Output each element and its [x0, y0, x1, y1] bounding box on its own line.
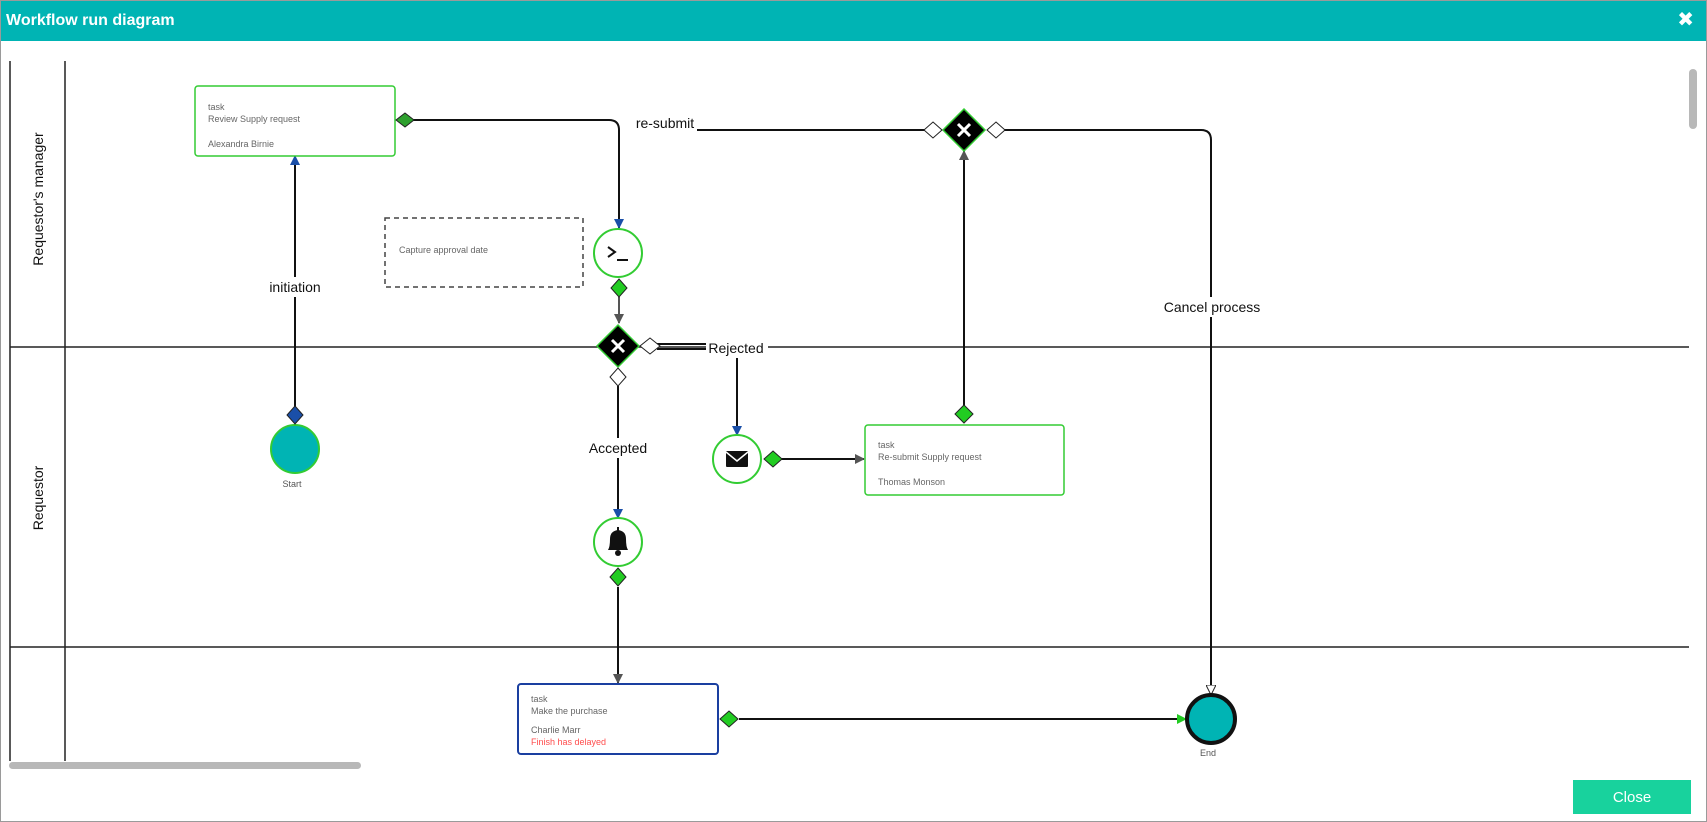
flow-source-diamond [923, 121, 943, 139]
script-task[interactable] [593, 228, 643, 278]
diagram-canvas[interactable]: Requestor's manager Requestor task Revie… [1, 41, 1691, 776]
task-type-label: task [531, 694, 548, 704]
task-type-label: task [208, 102, 225, 112]
flow-source-diamond [954, 404, 974, 424]
flow-source-diamond [639, 337, 661, 355]
sequence-flows [290, 119, 1211, 724]
task-assignee: Thomas Monson [878, 477, 945, 487]
notification-event[interactable] [593, 517, 643, 567]
flow-label-cancel-process: Cancel process [1164, 299, 1261, 315]
task-review-supply-request[interactable]: task Review Supply request Alexandra Bir… [194, 85, 396, 157]
svg-text:Capture approval date: Capture approval date [399, 245, 488, 255]
close-icon[interactable]: ✖ [1677, 10, 1694, 30]
pool [9, 61, 1689, 761]
flow-review-to-script [406, 119, 624, 229]
flow-source-diamond [286, 405, 304, 425]
task-make-the-purchase[interactable]: task Make the purchase Charlie Marr Fini… [517, 683, 719, 755]
end-event-label: End [1200, 748, 1216, 758]
task-resubmit-supply-request[interactable]: task Re-submit Supply request Thomas Mon… [864, 424, 1065, 496]
flow-source-diamond [763, 450, 783, 468]
send-email-event[interactable] [712, 434, 762, 484]
envelope-icon [725, 451, 749, 467]
task-assignee: Charlie Marr [531, 725, 581, 735]
flow-source-diamond [610, 278, 628, 298]
start-event[interactable]: Start [270, 424, 320, 489]
task-name: Review Supply request [208, 114, 301, 124]
workflow-dialog: Workflow run diagram ✖ Requestor's manag… [0, 0, 1707, 822]
task-name: Make the purchase [531, 706, 608, 716]
flow-label-resubmit: re-submit [636, 115, 694, 131]
horizontal-scrollbar[interactable] [9, 762, 361, 769]
flow-source-diamond [719, 710, 739, 728]
flow-rejected [657, 343, 737, 435]
flow-source-diamond [986, 121, 1006, 139]
start-event-label: Start [282, 479, 302, 489]
flow-label-rejected: Rejected [708, 340, 763, 356]
lane-label-manager: Requestor's manager [30, 132, 46, 266]
task-type-label: task [878, 440, 895, 450]
exclusive-gateway-resubmit[interactable] [941, 107, 987, 153]
exclusive-gateway-decision[interactable] [595, 323, 641, 369]
task-assignee: Alexandra Birnie [208, 139, 274, 149]
flow-source-diamond [609, 567, 627, 587]
close-button[interactable]: Close [1573, 780, 1691, 814]
flow-cancel-process [996, 129, 1211, 694]
flow-source-diamond [395, 112, 415, 128]
task-name: Re-submit Supply request [878, 452, 982, 462]
flow-label-initiation: initiation [269, 279, 320, 295]
annotation-capture-approval-date: Capture approval date [384, 217, 584, 288]
dialog-titlebar: Workflow run diagram ✖ [1, 1, 1706, 41]
vertical-scrollbar[interactable] [1689, 69, 1697, 129]
lane-label-requestor: Requestor [30, 465, 46, 530]
flow-source-diamond [609, 367, 627, 387]
flow-label-accepted: Accepted [589, 440, 647, 456]
task-delay-status: Finish has delayed [531, 737, 606, 747]
end-event[interactable]: End [1185, 693, 1237, 758]
dialog-title: Workflow run diagram [6, 12, 175, 29]
